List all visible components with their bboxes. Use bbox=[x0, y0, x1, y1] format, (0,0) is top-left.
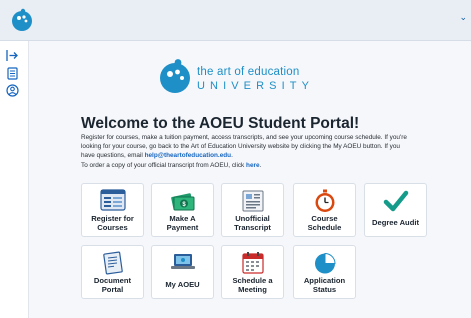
page-title: Welcome to the AOEU Student Portal! bbox=[81, 115, 360, 132]
welcome-text-end: . bbox=[231, 152, 233, 160]
make-a-payment-tile[interactable]: $ Make A Payment bbox=[151, 183, 214, 237]
unofficial-transcript-tile[interactable]: Unofficial Transcript bbox=[221, 183, 284, 237]
welcome-text: Register for courses, make a tuition pay… bbox=[81, 134, 407, 160]
chevron-down-icon[interactable]: ⌄ bbox=[459, 12, 467, 23]
brand-name: the art of education bbox=[197, 66, 300, 78]
document-list-icon[interactable] bbox=[6, 67, 19, 80]
expand-sidebar-icon[interactable] bbox=[6, 49, 19, 62]
checkmark-icon bbox=[383, 190, 408, 212]
transcript-order-link[interactable]: here bbox=[246, 162, 260, 169]
tile-label: Course Schedule bbox=[307, 214, 342, 232]
top-bar: ⌄ bbox=[0, 0, 471, 41]
brand-university: UNIVERSITY bbox=[197, 80, 315, 92]
tile-label: Make A Payment bbox=[166, 214, 199, 232]
application-status-tile[interactable]: Application Status bbox=[293, 245, 356, 299]
degree-audit-tile[interactable]: Degree Audit bbox=[364, 183, 427, 237]
stopwatch-icon bbox=[315, 189, 334, 212]
aoeu-hero-logo-icon bbox=[160, 59, 190, 93]
welcome-description: Register for courses, make a tuition pay… bbox=[81, 133, 411, 170]
my-aoeu-tile[interactable]: My AOEU bbox=[151, 245, 214, 299]
pie-chart-icon bbox=[314, 252, 336, 274]
user-profile-icon[interactable] bbox=[6, 84, 19, 97]
aoeu-logo-icon[interactable] bbox=[10, 8, 34, 32]
sidebar bbox=[0, 41, 29, 318]
tile-label: Application Status bbox=[303, 276, 346, 294]
tile-label: Degree Audit bbox=[372, 218, 419, 227]
tile-label: Unofficial Transcript bbox=[234, 214, 271, 232]
transcript-order-text: To order a copy of your official transcr… bbox=[81, 161, 247, 169]
tile-label: My AOEU bbox=[165, 280, 200, 289]
payment-icon: $ bbox=[170, 193, 194, 211]
calendar-icon bbox=[241, 252, 264, 274]
tile-label: Schedule a Meeting bbox=[232, 276, 273, 294]
document-portal-tile[interactable]: Document Portal bbox=[81, 245, 144, 299]
schedule-a-meeting-tile[interactable]: Schedule a Meeting bbox=[221, 245, 284, 299]
register-for-courses-tile[interactable]: Register for Courses bbox=[81, 183, 144, 237]
tile-label: Document Portal bbox=[93, 276, 132, 294]
register-icon bbox=[99, 189, 126, 211]
document-icon bbox=[102, 251, 123, 275]
course-schedule-tile[interactable]: Course Schedule bbox=[293, 183, 356, 237]
transcript-icon bbox=[242, 190, 263, 212]
laptop-icon bbox=[170, 254, 195, 269]
tile-label: Register for Courses bbox=[91, 214, 134, 232]
transcript-order-text-end: . bbox=[259, 161, 262, 169]
support-email-link[interactable]: help@theartofeducation.edu bbox=[145, 152, 231, 159]
